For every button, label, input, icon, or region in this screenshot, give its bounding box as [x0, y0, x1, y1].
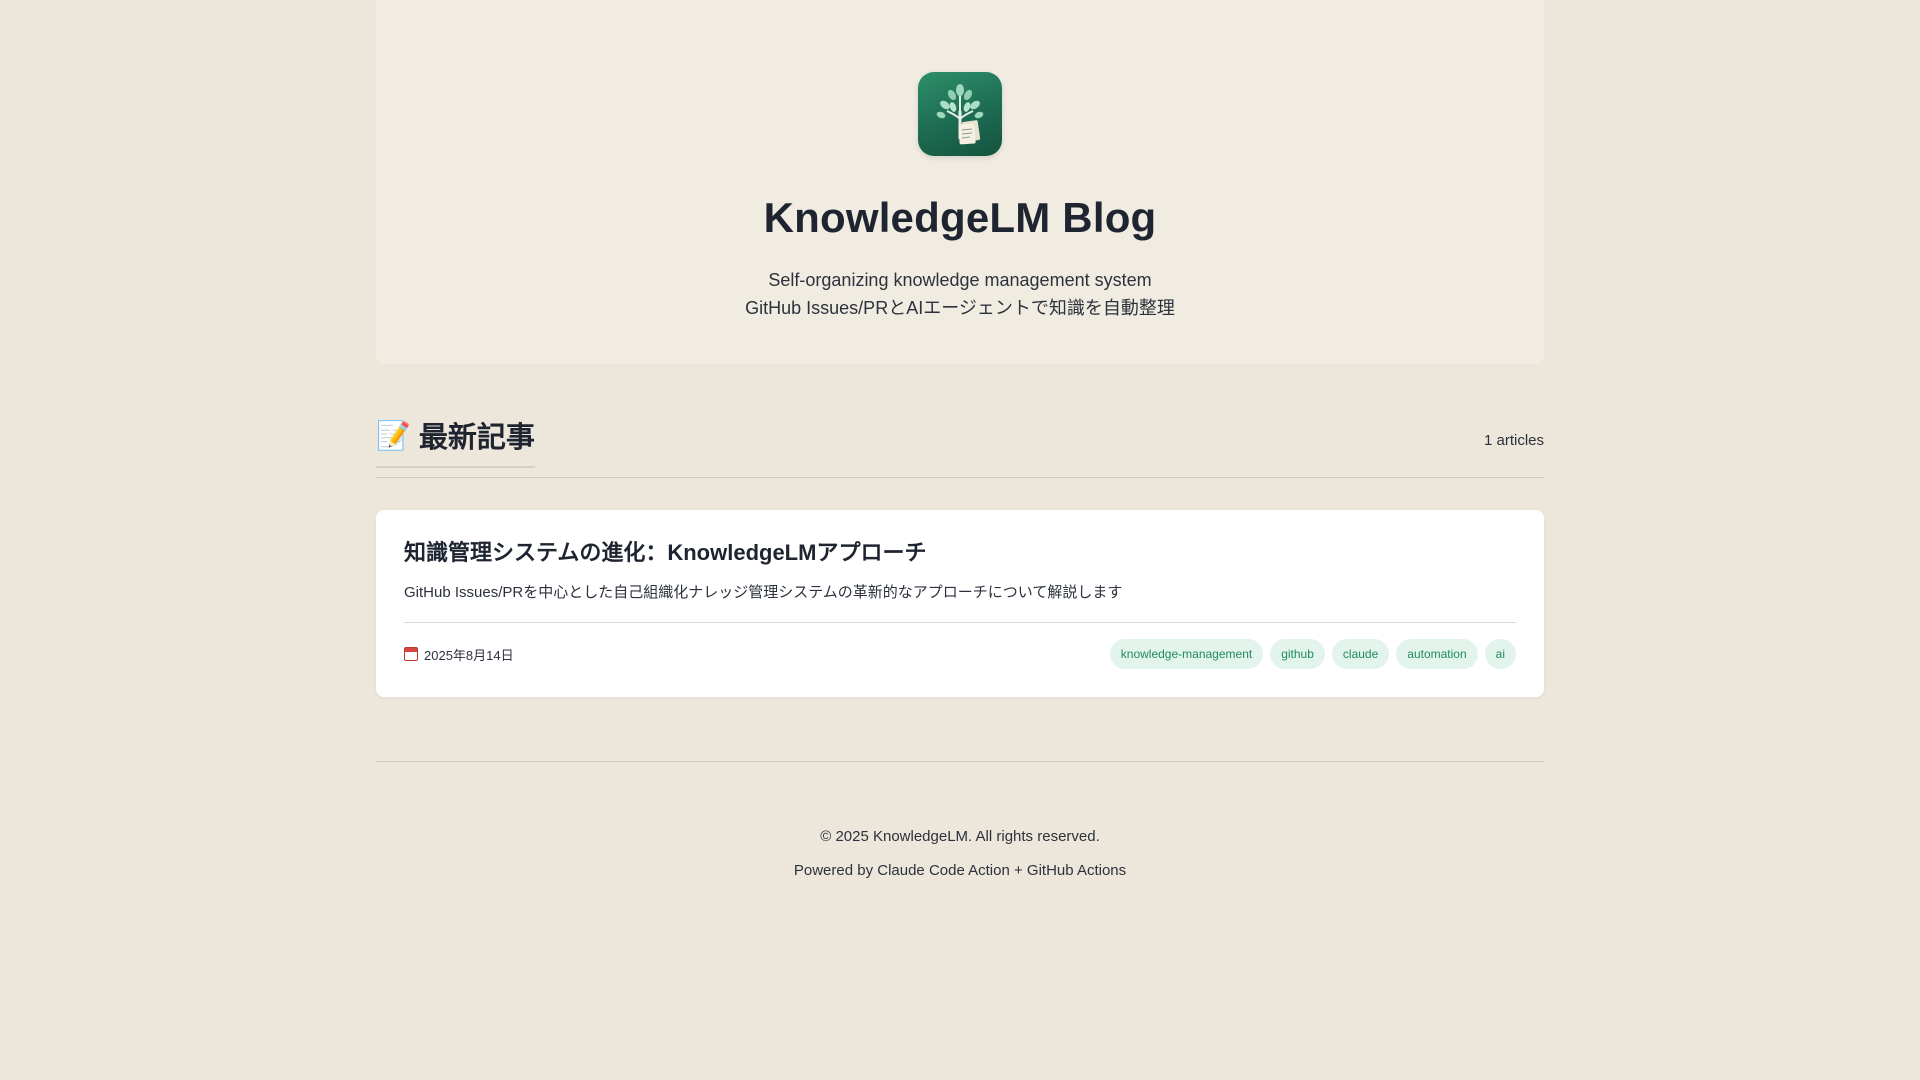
subtitle-japanese: GitHub Issues/PRとAIエージェントで知識を自動整理: [745, 298, 1175, 318]
site-title: KnowledgeLM Blog: [763, 194, 1157, 241]
site-subtitle: Self-organizing knowledge management sys…: [376, 266, 1544, 322]
latest-articles-section: 📝 最新記事 1 articles 知識管理システムの進化：KnowledgeL…: [376, 364, 1544, 697]
site-footer: © 2025 KnowledgeLM. All rights reserved.…: [376, 761, 1544, 888]
article-title[interactable]: 知識管理システムの進化：KnowledgeLMアプローチ: [404, 538, 1516, 568]
article-date-text: 2025年8月14日: [424, 647, 514, 663]
footer-copyright: © 2025 KnowledgeLM. All rights reserved.: [820, 828, 1100, 845]
site-header: KnowledgeLM Blog Self-organizing knowled…: [376, 0, 1544, 364]
article-count: 1 articles: [1483, 432, 1544, 449]
section-title-group: 📝 最新記事: [376, 414, 535, 468]
knowledge-tree-icon[interactable]: [918, 72, 1002, 156]
article-meta: 2025年8月14日 knowledge-management github c…: [404, 639, 1516, 669]
page: KnowledgeLM Blog Self-organizing knowled…: [376, 0, 1544, 888]
tag[interactable]: github: [1270, 639, 1325, 669]
subtitle-english: Self-organizing knowledge management sys…: [768, 270, 1152, 290]
article-tags: knowledge-management github claude autom…: [1109, 639, 1516, 669]
article-card[interactable]: 知識管理システムの進化：KnowledgeLMアプローチ GitHub Issu…: [376, 510, 1544, 697]
article-description: GitHub Issues/PRを中心とした自己組織化ナレッジ管理システムの革新…: [404, 584, 1123, 601]
calendar-icon: [404, 647, 418, 661]
footer-powered-by: Powered by Claude Code Action + GitHub A…: [793, 862, 1127, 879]
section-header: 📝 最新記事 1 articles: [376, 364, 1544, 478]
card-divider: [404, 622, 1516, 623]
tag[interactable]: claude: [1331, 639, 1390, 669]
section-title: 最新記事: [418, 422, 535, 454]
memo-icon: 📝: [376, 419, 411, 451]
article-date: 2025年8月14日: [404, 645, 514, 664]
tag[interactable]: automation: [1396, 639, 1478, 669]
tag[interactable]: knowledge-management: [1109, 639, 1264, 669]
tag[interactable]: ai: [1484, 639, 1516, 669]
